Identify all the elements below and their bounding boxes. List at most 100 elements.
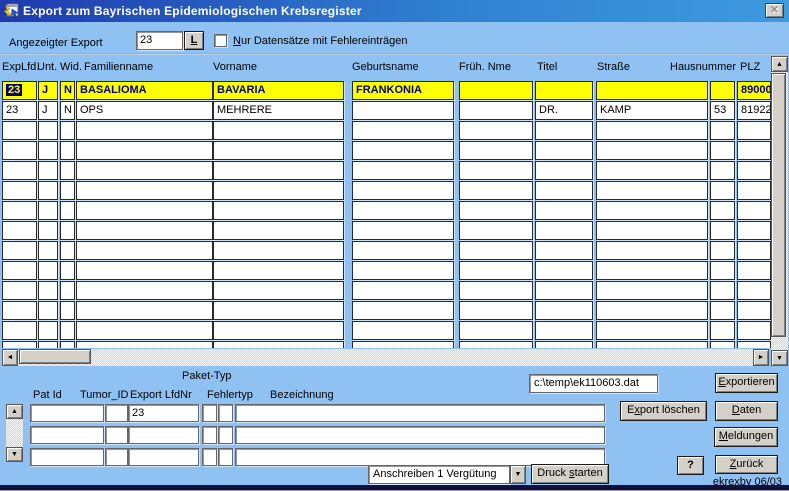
cell-stra-e[interactable]: [596, 301, 708, 320]
cell-stra-e[interactable]: [596, 341, 708, 348]
cell-fr-h-nme[interactable]: [459, 281, 533, 300]
field-export-lfdnr[interactable]: [128, 426, 199, 444]
field-fehlertyp1[interactable]: [202, 404, 217, 422]
close-icon[interactable]: ✕: [765, 3, 784, 18]
cell-familienname[interactable]: [76, 161, 213, 180]
cell-geburtsname[interactable]: [352, 101, 454, 120]
cell-titel[interactable]: [535, 281, 593, 300]
cell-familienname[interactable]: [76, 221, 213, 240]
export-file-path-field[interactable]: c:\temp\ek110603.dat: [529, 374, 658, 393]
cell-plz[interactable]: [737, 181, 771, 200]
cell-titel[interactable]: [535, 201, 593, 220]
cell-unt[interactable]: [38, 121, 58, 140]
cell-fr-h-nme[interactable]: [459, 81, 533, 100]
cell-hausnummer[interactable]: 53: [710, 101, 735, 120]
cell-titel[interactable]: [535, 321, 593, 340]
print-template-dropdown[interactable]: Anschreiben 1 Vergütung ▼: [368, 465, 526, 484]
cell-plz[interactable]: [737, 301, 771, 320]
cell-fr-h-nme[interactable]: [459, 261, 533, 280]
cell-plz[interactable]: [737, 261, 771, 280]
vertical-scroll-thumb[interactable]: [771, 73, 786, 337]
cell-familienname[interactable]: [76, 141, 213, 160]
cell-plz[interactable]: [737, 221, 771, 240]
zurueck-button[interactable]: Zurück: [715, 455, 778, 474]
field-fehlertyp2[interactable]: [218, 448, 233, 466]
cell-geburtsname[interactable]: [352, 221, 454, 240]
druck-starten-button[interactable]: Druck starten: [531, 464, 609, 484]
field-tumor-id[interactable]: [105, 404, 128, 422]
horizontal-scroll-thumb[interactable]: [19, 349, 91, 364]
cell-geburtsname[interactable]: [352, 281, 454, 300]
help-button[interactable]: ?: [677, 456, 704, 475]
cell-vorname[interactable]: MEHRERE: [213, 101, 344, 120]
field-export-lfdnr[interactable]: [128, 448, 199, 466]
cell-stra-e[interactable]: [596, 161, 708, 180]
field-fehlertyp1[interactable]: [202, 448, 217, 466]
scroll-left-icon[interactable]: ◄: [2, 349, 18, 366]
cell-vorname[interactable]: [213, 121, 344, 140]
cell-explfd[interactable]: [2, 301, 37, 320]
cell-geburtsname[interactable]: [352, 201, 454, 220]
cell-vorname[interactable]: [213, 161, 344, 180]
cell-stra-e[interactable]: [596, 81, 708, 100]
cell-geburtsname[interactable]: [352, 161, 454, 180]
field-fehlertyp2[interactable]: [218, 426, 233, 444]
cell-stra-e[interactable]: [596, 321, 708, 340]
cell-geburtsname[interactable]: [352, 341, 454, 348]
cell-wid[interactable]: [60, 301, 75, 320]
cell-vorname[interactable]: [213, 181, 344, 200]
errors-only-checkbox[interactable]: [214, 34, 227, 47]
cell-hausnummer[interactable]: [710, 181, 735, 200]
cell-stra-e[interactable]: [596, 201, 708, 220]
cell-hausnummer[interactable]: [710, 161, 735, 180]
field-tumor-id[interactable]: [105, 448, 128, 466]
cell-unt[interactable]: [38, 301, 58, 320]
field-fehlertyp1[interactable]: [202, 426, 217, 444]
cell-familienname[interactable]: BASALIOMA: [76, 81, 213, 100]
cell-familienname[interactable]: [76, 341, 213, 348]
cell-explfd[interactable]: [2, 341, 37, 348]
cell-vorname[interactable]: [213, 281, 344, 300]
cell-vorname[interactable]: [213, 141, 344, 160]
horizontal-scroll-track[interactable]: [18, 349, 753, 366]
cell-explfd[interactable]: [2, 141, 37, 160]
cell-explfd[interactable]: [2, 281, 37, 300]
cell-wid[interactable]: [60, 121, 75, 140]
cell-explfd[interactable]: [2, 241, 37, 260]
cell-unt[interactable]: [38, 321, 58, 340]
cell-familienname[interactable]: [76, 261, 213, 280]
cell-familienname[interactable]: OPS: [76, 101, 213, 120]
cell-fr-h-nme[interactable]: [459, 161, 533, 180]
cell-plz[interactable]: [737, 121, 771, 140]
field-export-lfdnr[interactable]: 23: [128, 404, 199, 422]
cell-vorname[interactable]: [213, 341, 344, 348]
cell-vorname[interactable]: [213, 241, 344, 260]
export-number-input[interactable]: 23: [136, 31, 183, 50]
cell-vorname[interactable]: [213, 221, 344, 240]
cell-explfd[interactable]: [2, 221, 37, 240]
cell-stra-e[interactable]: [596, 261, 708, 280]
cell-plz[interactable]: [737, 241, 771, 260]
cell-titel[interactable]: [535, 81, 593, 100]
cell-unt[interactable]: [38, 261, 58, 280]
cell-hausnummer[interactable]: [710, 301, 735, 320]
cell-unt[interactable]: [38, 141, 58, 160]
cell-titel[interactable]: [535, 261, 593, 280]
cell-geburtsname[interactable]: [352, 261, 454, 280]
cell-explfd[interactable]: 23: [2, 81, 37, 100]
cell-familienname[interactable]: [76, 301, 213, 320]
cell-fr-h-nme[interactable]: [459, 121, 533, 140]
cell-familienname[interactable]: [76, 241, 213, 260]
cell-plz[interactable]: [737, 201, 771, 220]
cell-wid[interactable]: [60, 221, 75, 240]
cell-unt[interactable]: [38, 201, 58, 220]
cell-titel[interactable]: [535, 121, 593, 140]
field-bezeichnung[interactable]: [235, 404, 605, 422]
cell-wid[interactable]: [60, 241, 75, 260]
cell-fr-h-nme[interactable]: [459, 321, 533, 340]
vertical-scroll-track[interactable]: [771, 72, 788, 350]
cell-geburtsname[interactable]: [352, 181, 454, 200]
cell-unt[interactable]: [38, 241, 58, 260]
chevron-down-icon[interactable]: ▼: [510, 465, 526, 484]
cell-wid[interactable]: [60, 161, 75, 180]
